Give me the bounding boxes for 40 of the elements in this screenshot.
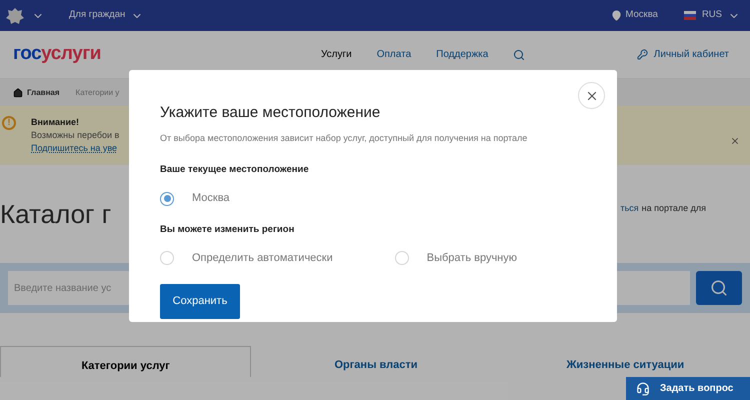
category-tab[interactable]: Органы власти	[251, 346, 501, 377]
radio-label: Определить автоматически	[192, 251, 333, 266]
section-heading: Ваше текущее местоположение	[160, 163, 310, 177]
catalog-title: Каталог г	[0, 198, 112, 230]
search-button[interactable]	[696, 271, 742, 305]
dialog-title: Укажите ваше местоположение	[160, 103, 382, 123]
nav-link[interactable]: Оплата	[376, 47, 412, 62]
headset-icon	[636, 382, 650, 396]
account-link[interactable]: Личный кабинет	[654, 47, 729, 62]
search-icon	[710, 279, 728, 297]
category-tab[interactable]: Жизненные ситуации	[500, 346, 750, 377]
nav-link[interactable]: Поддержка	[436, 47, 488, 62]
key-icon	[636, 49, 648, 60]
radio-label: Выбрать вручную	[426, 251, 518, 266]
section-heading: Вы можете изменить регион	[160, 222, 296, 237]
location-pin-icon	[610, 10, 622, 21]
catalog-link[interactable]: ться	[620, 202, 639, 216]
category-tab[interactable]: Категории услуг	[0, 346, 252, 377]
location-label[interactable]: Москва	[626, 8, 658, 23]
breadcrumb-link[interactable]: Главная	[27, 86, 60, 98]
alert-text: Возможны перебои в	[31, 129, 120, 142]
radio-label: Москва	[192, 191, 230, 206]
nav-link[interactable]: Услуги	[320, 47, 352, 62]
alert-title: Внимание!	[31, 116, 80, 129]
home-icon	[13, 88, 23, 98]
save-button[interactable]: Сохранить	[160, 284, 240, 318]
alert-link[interactable]: Подпишитесь на уве	[31, 142, 120, 155]
language-menu[interactable]: RUS	[702, 8, 740, 23]
search-icon[interactable]	[513, 48, 526, 60]
dialog-subtitle: От выбора местоположения зависит набор услуг, доступный для получения на портале	[160, 132, 528, 145]
ask-question-button[interactable]: Задать вопрос	[626, 377, 750, 400]
audience-menu[interactable]: Для граждан	[69, 8, 144, 23]
warning-icon: !	[2, 116, 16, 130]
breadcrumb-item: Категории у	[76, 86, 120, 98]
close-icon[interactable]	[730, 136, 740, 146]
radio-button[interactable]	[160, 192, 174, 206]
close-button[interactable]	[578, 82, 605, 109]
catalog-note: на портале для	[642, 202, 706, 216]
flag-icon	[684, 11, 696, 20]
logo[interactable]: госуслуги	[13, 40, 101, 69]
